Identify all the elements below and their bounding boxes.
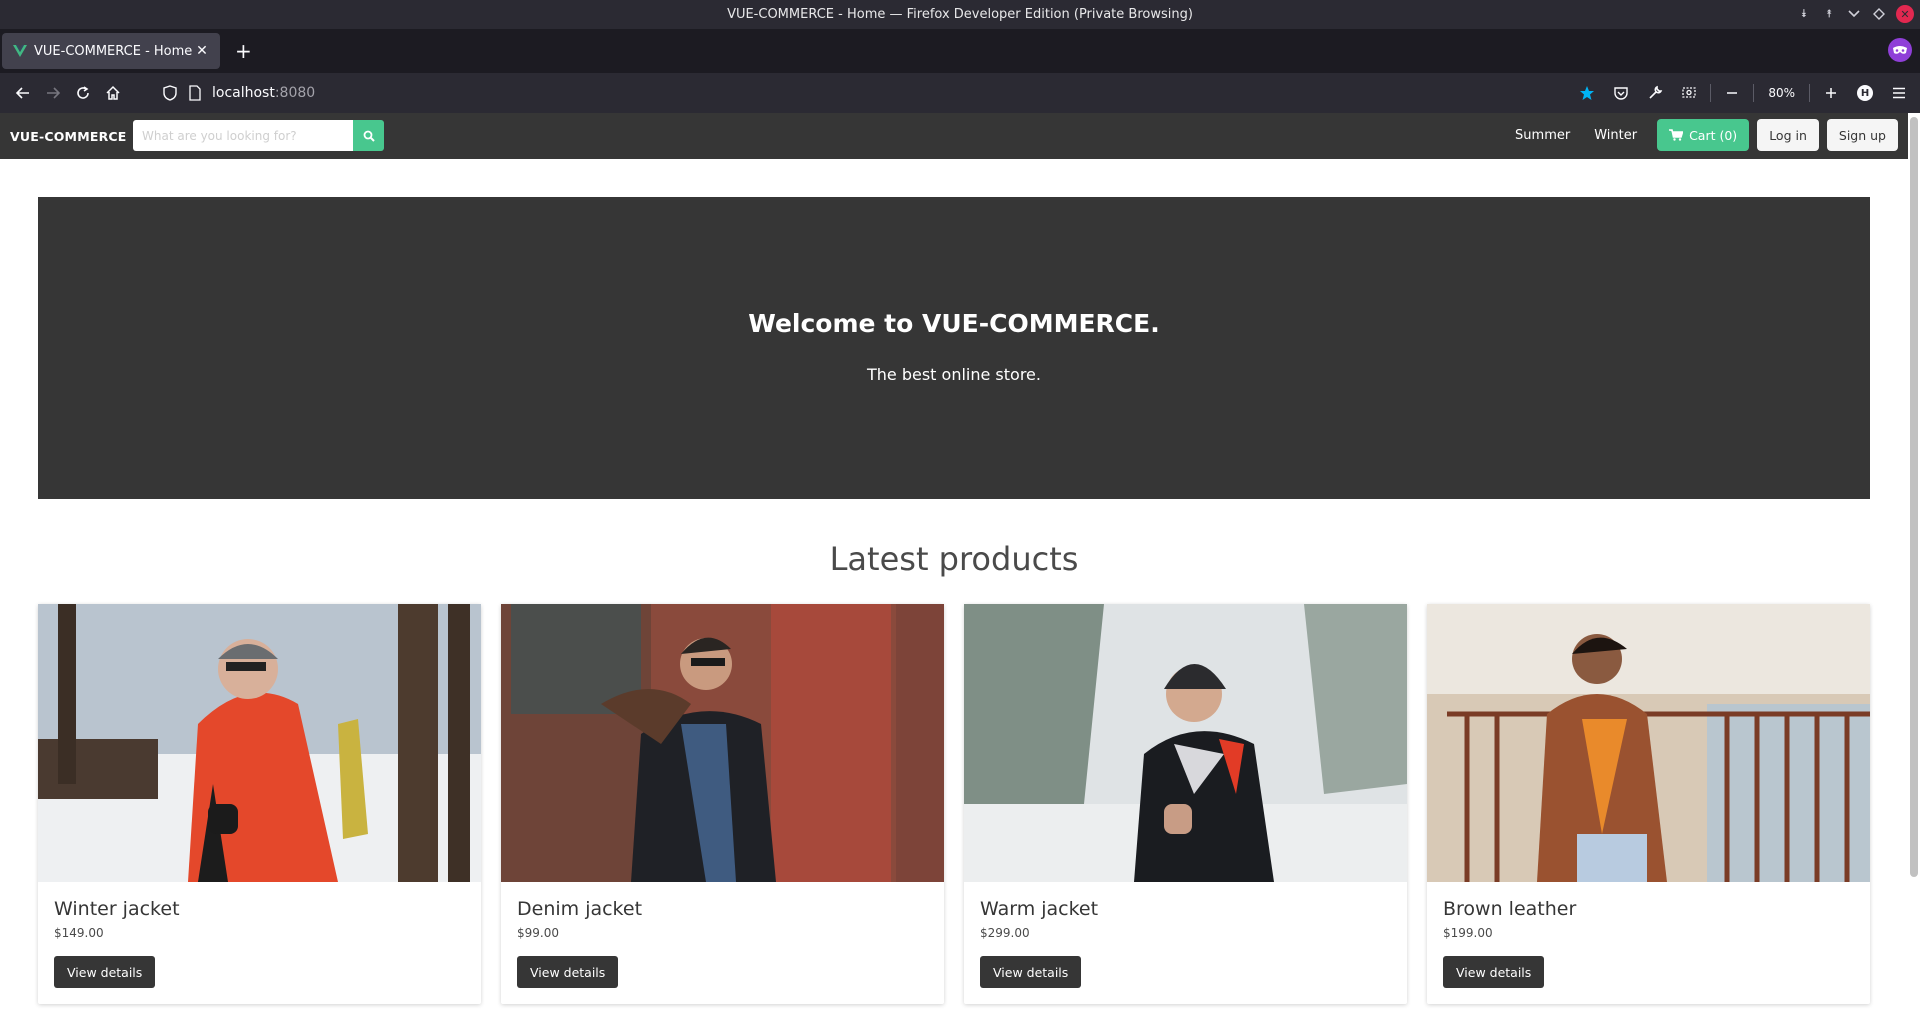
product-price: $99.00 [517,926,559,940]
new-tab-button[interactable]: + [235,41,252,61]
product-image[interactable] [38,604,481,882]
product-name: Warm jacket [980,898,1099,920]
nav-link-winter[interactable]: Winter [1586,128,1645,143]
site-nav-right: Summer Winter Cart (0) Log in Sign up [1507,119,1898,151]
product-card-body: Brown leather $199.00 View details [1427,882,1870,1002]
site-navbar: VUE-COMMERCE Summer Winter Cart (0) Log … [0,113,1908,159]
maximize-button[interactable] [1871,6,1887,22]
tab-active[interactable]: VUE-COMMERCE - Home ✕ [2,33,220,69]
cart-label: Cart (0) [1689,127,1738,143]
zoom-in-icon[interactable] [1816,78,1846,108]
hero-subtitle: The best online store. [867,365,1041,384]
product-price: $299.00 [980,926,1030,940]
reload-icon[interactable] [68,78,98,108]
navigation-toolbar: localhost:8080 80% H [0,73,1920,113]
private-browsing-icon [1888,38,1912,62]
account-avatar[interactable]: H [1850,78,1880,108]
window-title: VUE-COMMERCE - Home — Firefox Developer … [727,7,1193,22]
hamburger-menu-icon[interactable] [1884,78,1914,108]
vue-logo-icon [13,45,27,57]
back-icon[interactable] [8,78,38,108]
product-card: Denim jacket $99.00 View details [501,604,944,1004]
window-controls: ⯯ ⯭ ✕ [1796,5,1914,23]
url-host: localhost [212,85,275,101]
toolbar-right: 80% H [1572,78,1914,108]
hero-title: Welcome to VUE-COMMERCE. [748,309,1160,338]
product-name: Winter jacket [54,898,180,920]
signup-button[interactable]: Sign up [1826,119,1898,151]
view-details-button[interactable]: View details [1443,956,1545,988]
page-icon [189,85,201,101]
cart-button[interactable]: Cart (0) [1657,119,1750,151]
search-form [133,120,384,151]
product-image[interactable] [1427,604,1870,882]
product-image[interactable] [964,604,1407,882]
cart-icon [1669,129,1684,141]
nav-link-summer[interactable]: Summer [1507,128,1578,143]
zoom-out-icon[interactable] [1717,78,1747,108]
close-window-button[interactable]: ✕ [1896,5,1914,23]
product-price: $199.00 [1443,926,1493,940]
developer-tools-wrench-icon[interactable] [1640,78,1670,108]
login-button[interactable]: Log in [1757,119,1819,151]
tab-label: VUE-COMMERCE - Home [34,43,193,59]
url-bar[interactable]: localhost:8080 [188,78,1595,108]
product-image[interactable] [501,604,944,882]
product-grid: Winter jacket $149.00 View details Denim… [38,604,1870,1016]
view-details-button[interactable]: View details [517,956,619,988]
search-button[interactable] [353,120,384,151]
hero-banner: Welcome to VUE-COMMERCE. The best online… [38,197,1870,499]
toolbar-separator [1710,84,1712,102]
bookmark-star-icon[interactable] [1572,78,1602,108]
screenshot-icon[interactable] [1674,78,1704,108]
home-icon[interactable] [98,78,128,108]
window-titlebar: VUE-COMMERCE - Home — Firefox Developer … [0,0,1920,29]
minimize-button[interactable] [1846,6,1862,22]
search-icon [363,130,375,142]
product-card-body: Warm jacket $299.00 View details [964,882,1407,1002]
url-port: :8080 [274,85,316,101]
pocket-icon[interactable] [1606,78,1636,108]
tab-close-icon[interactable]: ✕ [194,43,210,59]
product-price: $149.00 [54,926,104,940]
product-name: Denim jacket [517,898,643,920]
forward-icon[interactable] [38,78,68,108]
search-input[interactable] [133,120,353,151]
shade-down-icon[interactable]: ⯯ [1796,6,1812,22]
product-card-body: Denim jacket $99.00 View details [501,882,944,1002]
toolbar-separator [1809,84,1810,102]
product-card: Brown leather $199.00 View details [1427,604,1870,1004]
view-details-button[interactable]: View details [980,956,1082,988]
site-brand[interactable]: VUE-COMMERCE [10,129,127,144]
browser-window: VUE-COMMERCE - Home — Firefox Developer … [0,0,1920,1016]
product-name: Brown leather [1443,898,1577,920]
tracking-protection-shield-icon[interactable] [155,78,185,108]
shade-up-icon[interactable]: ⯭ [1821,6,1837,22]
zoom-level[interactable]: 80% [1760,86,1803,100]
section-heading: Latest products [829,540,1079,578]
view-details-button[interactable]: View details [54,956,156,988]
product-card-body: Winter jacket $149.00 View details [38,882,481,1002]
page-scrollbar[interactable] [1910,117,1918,877]
tab-strip: VUE-COMMERCE - Home ✕ + [0,29,1920,73]
account-initial: H [1857,85,1873,101]
page-viewport: VUE-COMMERCE Summer Winter Cart (0) Log … [0,113,1920,1016]
product-card: Warm jacket $299.00 View details [964,604,1407,1004]
toolbar-separator [1753,84,1755,102]
product-card: Winter jacket $149.00 View details [38,604,481,1004]
